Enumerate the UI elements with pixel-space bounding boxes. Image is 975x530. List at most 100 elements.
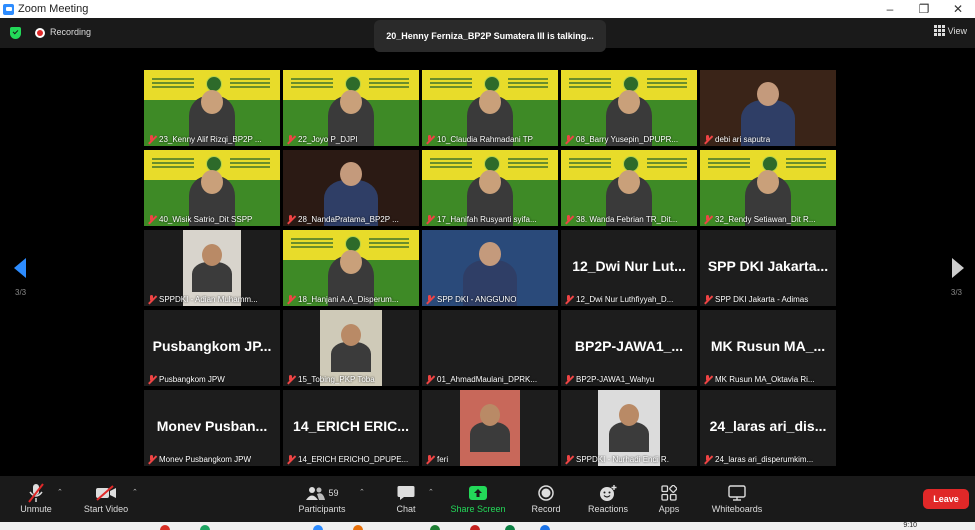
- participant-display-name: SPP DKI Jakarta...: [707, 258, 829, 274]
- participant-name: 38. Wanda Febrian TR_Dit...: [576, 214, 678, 224]
- window-title: Zoom Meeting: [18, 3, 89, 15]
- participant-tile[interactable]: debi ari saputra: [700, 70, 836, 146]
- chat-caret-icon[interactable]: ⌃: [428, 488, 434, 496]
- muted-mic-icon: [425, 134, 434, 144]
- participants-icon: [306, 487, 326, 500]
- participant-tile[interactable]: Pusbangkom JP... Pusbangkom JPW: [144, 310, 280, 386]
- security-shield-icon[interactable]: [10, 27, 21, 39]
- participant-tile[interactable]: feri: [422, 390, 558, 466]
- muted-mic-icon: [147, 454, 156, 464]
- previous-page-arrow-icon[interactable]: [14, 258, 26, 278]
- muted-mic-icon: [147, 134, 156, 144]
- muted-mic-icon: [425, 454, 434, 464]
- share-screen-button[interactable]: Share Screen: [448, 482, 508, 514]
- participant-tile[interactable]: SPP DKI - ANGGUNO: [422, 230, 558, 306]
- taskbar-app-icon[interactable]: [540, 525, 550, 530]
- title-bar: Zoom Meeting – ❐ ✕: [0, 0, 975, 18]
- muted-mic-icon: [425, 294, 434, 304]
- participant-name-bar: BP2P-JAWA1_Wahyu: [561, 372, 697, 386]
- record-button[interactable]: Record: [528, 482, 564, 514]
- participant-name: 10_Claudia Rahmadani TP: [437, 134, 533, 144]
- taskbar-app-icon[interactable]: [353, 525, 363, 530]
- participant-name: MK Rusun MA_Oktavia Ri...: [715, 374, 815, 384]
- page-indicator-left: 3/3: [15, 288, 27, 297]
- participant-name: 08_Barry Yusepin_DPUPR...: [576, 134, 679, 144]
- participant-tile[interactable]: 08_Barry Yusepin_DPUPR...: [561, 70, 697, 146]
- participant-tile[interactable]: 01_AhmadMaulani_DPRK...: [422, 310, 558, 386]
- participant-tile[interactable]: 12_Dwi Nur Lut... 12_Dwi Nur Luthfiyyah_D…: [561, 230, 697, 306]
- participants-button[interactable]: 59 Participants: [294, 482, 350, 514]
- participant-tile[interactable]: 15_Tobing_PKP Toba: [283, 310, 419, 386]
- participant-tile[interactable]: 18_Hanjani A.A_Disperum...: [283, 230, 419, 306]
- participant-name-bar: 28_NandaPratama_BP2P ...: [283, 212, 419, 226]
- participant-tile[interactable]: SPP DKI Jakarta... SPP DKI Jakarta - Adim…: [700, 230, 836, 306]
- audio-options-caret-icon[interactable]: ⌃: [57, 488, 63, 496]
- taskbar-app-icon[interactable]: [200, 525, 210, 530]
- participant-name: SPPDKI - Adian Muhamm...: [159, 294, 258, 304]
- participant-name-bar: feri: [422, 452, 558, 466]
- participants-count: 59: [328, 488, 339, 498]
- participant-tile[interactable]: 40_Wisik Satrio_Dit SSPP: [144, 150, 280, 226]
- participant-tile[interactable]: 17_Hanifah Rusyanti syifa...: [422, 150, 558, 226]
- participant-tile[interactable]: 23_Kenny Alif Rizqi_BP2P ...: [144, 70, 280, 146]
- muted-mic-icon: [286, 374, 295, 384]
- participant-tile[interactable]: MK Rusun MA_... MK Rusun MA_Oktavia Ri...: [700, 310, 836, 386]
- start-video-label: Start Video: [83, 504, 129, 514]
- participant-name: 24_laras ari_disperumkim...: [715, 454, 814, 464]
- participant-display-name: 24_laras ari_dis...: [709, 418, 827, 434]
- taskbar-app-icon[interactable]: [505, 525, 515, 530]
- leave-button[interactable]: Leave: [923, 489, 969, 509]
- participant-name: Monev Pusbangkom JPW: [159, 454, 252, 464]
- participants-caret-icon[interactable]: ⌃: [359, 488, 365, 496]
- participant-display-name: Monev Pusban...: [156, 418, 268, 434]
- taskbar-app-icon[interactable]: [430, 525, 440, 530]
- participant-name-bar: 17_Hanifah Rusyanti syifa...: [422, 212, 558, 226]
- participant-tile[interactable]: BP2P-JAWA1_... BP2P-JAWA1_Wahyu: [561, 310, 697, 386]
- participant-tile[interactable]: Monev Pusban... Monev Pusbangkom JPW: [144, 390, 280, 466]
- apps-icon: [654, 482, 684, 504]
- participant-tile[interactable]: 22_Joyo P_DJPI: [283, 70, 419, 146]
- participant-display-name: Pusbangkom JP...: [152, 338, 272, 354]
- taskbar-clock: 9:10: [903, 522, 917, 529]
- taskbar-app-icon[interactable]: [470, 525, 480, 530]
- os-taskbar: 9:10: [0, 522, 975, 530]
- participant-tile[interactable]: 32_Rendy Setiawan_Dit R...: [700, 150, 836, 226]
- unmute-button[interactable]: Unmute: [16, 482, 56, 514]
- close-window-button[interactable]: ✕: [941, 0, 975, 18]
- participant-tile[interactable]: 38. Wanda Febrian TR_Dit...: [561, 150, 697, 226]
- participant-tile[interactable]: 10_Claudia Rahmadani TP: [422, 70, 558, 146]
- participant-name: BP2P-JAWA1_Wahyu: [576, 374, 655, 384]
- participant-name: SPP DKI - ANGGUNO: [437, 294, 517, 304]
- video-options-caret-icon[interactable]: ⌃: [132, 488, 138, 496]
- unmute-label: Unmute: [20, 504, 52, 514]
- next-page-arrow-icon[interactable]: [952, 258, 964, 278]
- participant-tile[interactable]: 24_laras ari_dis... 24_laras ari_disperum…: [700, 390, 836, 466]
- muted-mic-icon: [703, 214, 712, 224]
- participant-name: 18_Hanjani A.A_Disperum...: [298, 294, 399, 304]
- muted-mic-icon: [703, 294, 712, 304]
- chat-button[interactable]: Chat: [390, 482, 422, 514]
- participant-name-bar: 15_Tobing_PKP Toba: [283, 372, 419, 386]
- restore-button[interactable]: ❐: [907, 0, 941, 18]
- participant-tile[interactable]: 28_NandaPratama_BP2P ...: [283, 150, 419, 226]
- participant-name: SPPDKI - Nurhadi Endi R.: [576, 454, 669, 464]
- start-video-button[interactable]: Start Video: [80, 482, 132, 514]
- participant-name-bar: 38. Wanda Febrian TR_Dit...: [561, 212, 697, 226]
- participant-tile[interactable]: SPPDKI - Adian Muhamm...: [144, 230, 280, 306]
- taskbar-zoom-icon[interactable]: [313, 525, 323, 530]
- muted-mic-icon: [564, 454, 573, 464]
- whiteboards-button[interactable]: Whiteboards: [706, 482, 768, 514]
- minimize-button[interactable]: –: [873, 0, 907, 18]
- view-button[interactable]: View: [933, 25, 967, 36]
- muted-mic-icon: [425, 214, 434, 224]
- participant-tile[interactable]: 14_ERICH ERIC... 14_ERICH ERICHO_DPUPE...: [283, 390, 419, 466]
- whiteboard-icon: [706, 482, 768, 504]
- participant-display-name: 12_Dwi Nur Lut...: [572, 258, 686, 274]
- taskbar-app-icon[interactable]: [160, 525, 170, 530]
- reactions-button[interactable]: Reactions: [584, 482, 632, 514]
- participant-tile[interactable]: SPPDKI - Nurhadi Endi R.: [561, 390, 697, 466]
- muted-mic-icon: [564, 294, 573, 304]
- participant-name-bar: 23_Kenny Alif Rizqi_BP2P ...: [144, 132, 280, 146]
- video-off-icon: [80, 482, 132, 504]
- apps-button[interactable]: Apps: [654, 482, 684, 514]
